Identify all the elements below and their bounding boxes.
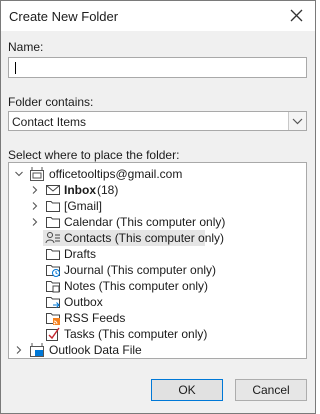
tree-item-gmail[interactable]: [Gmail] [9,198,306,214]
placement-label: Select where to place the folder: [8,148,180,162]
chevron-right-icon [32,202,38,210]
inbox-icon [46,185,60,195]
notes-icon [46,281,60,293]
tree-item-account[interactable]: officetooltips@gmail.com [9,166,306,182]
contacts-icon [45,232,60,244]
tree-item-label: RSS Feeds [64,311,126,325]
tree-item-outlook-data-file[interactable]: Outlook Data File [9,342,306,358]
name-label: Name: [8,40,44,54]
ok-button[interactable]: OK [151,379,223,401]
folder-icon [46,201,60,212]
inbox-label: Inbox [64,183,96,197]
tree-item-label: Outlook Data File [49,343,142,357]
tree-item-label: Outbox [64,295,103,309]
unread-count: (18) [97,183,119,197]
tree-item-tasks[interactable]: Tasks (This computer only) [9,326,306,342]
dropdown-button[interactable] [288,112,306,130]
data-file-icon [30,343,44,357]
folder-contains-select[interactable]: Contact Items [8,111,307,131]
chevron-right-icon [16,346,22,354]
dialog-footer: OK Cancel [1,371,315,413]
tree-item-contacts[interactable]: Contacts (This computer only) [43,230,224,246]
tree-item-label: Calendar (This computer only) [64,215,226,229]
close-icon [290,9,303,22]
cancel-button[interactable]: Cancel [235,379,307,401]
tree-item-journal[interactable]: Journal (This computer only) [9,262,306,278]
tree-item-label: Notes (This computer only) [64,279,209,293]
dialog-title: Create New Folder [9,9,119,24]
name-input[interactable] [8,57,307,78]
tree-item-inbox[interactable]: Inbox (18) [9,182,306,198]
folder-contains-value: Contact Items [12,115,87,129]
tree-item-outbox[interactable]: Outbox [9,294,306,310]
tree-item-label: Drafts [64,247,97,261]
tree-item-drafts[interactable]: Drafts [9,246,306,262]
tree-item-label: [Gmail] [64,199,103,213]
tree-item-notes[interactable]: Notes (This computer only) [9,278,306,294]
chevron-right-icon [32,218,38,226]
chevron-right-icon [32,186,38,194]
tree-item-rss-feeds[interactable]: RSS Feeds [9,310,306,326]
title-bar: Create New Folder [1,1,315,31]
rss-icon [46,313,60,325]
tree-item-label: Tasks (This computer only) [64,327,208,341]
dialog-body: Name: Folder contains: Contact Items Sel… [1,31,315,371]
chevron-expanded-icon [15,171,23,177]
journal-icon [46,265,60,277]
outbox-icon [46,297,60,308]
mailbox-icon [30,167,44,181]
tree-item-label: officetooltips@gmail.com [49,167,183,181]
tasks-icon [46,327,60,341]
folder-contains-label: Folder contains: [8,95,94,109]
chevron-down-icon [292,118,303,125]
close-button[interactable] [283,4,309,28]
folder-icon [46,217,60,228]
tree-item-label: Contacts (This computer only) [64,231,225,245]
folder-icon [46,249,60,260]
text-caret [15,62,16,74]
tree-item-calendar[interactable]: Calendar (This computer only) [9,214,306,230]
create-new-folder-dialog: Create New Folder Name: Folder contains:… [0,0,316,414]
folder-tree[interactable]: officetooltips@gmail.com Inbox (18) [Gma… [8,162,307,359]
tree-item-label: Journal (This computer only) [64,263,217,277]
